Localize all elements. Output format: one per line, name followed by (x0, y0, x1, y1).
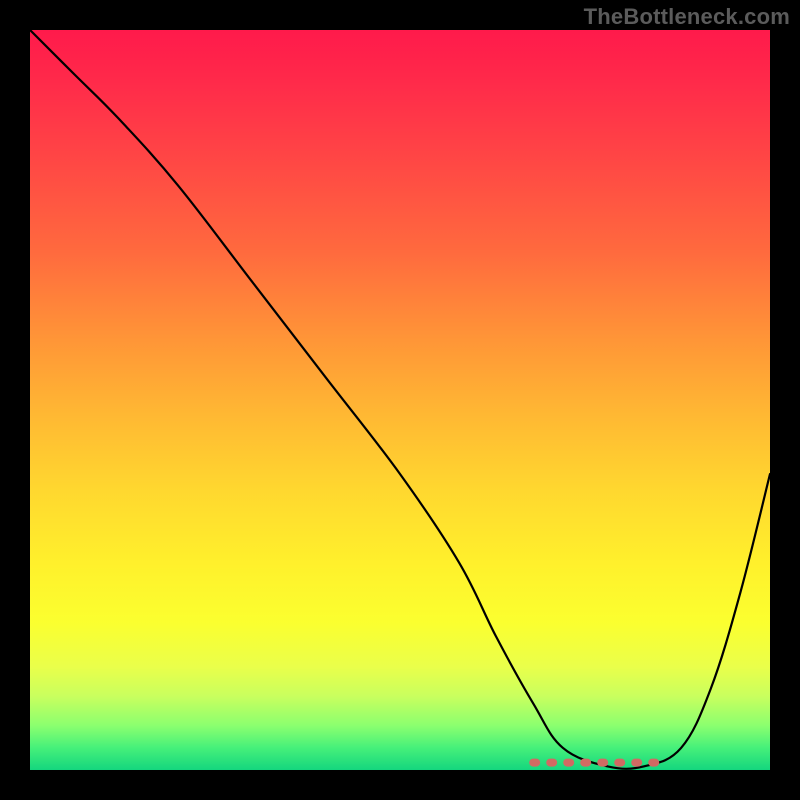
bottleneck-curve (30, 30, 770, 769)
plot-area (30, 30, 770, 770)
chart-frame: TheBottleneck.com (0, 0, 800, 800)
watermark-text: TheBottleneck.com (584, 4, 790, 30)
chart-svg (30, 30, 770, 770)
